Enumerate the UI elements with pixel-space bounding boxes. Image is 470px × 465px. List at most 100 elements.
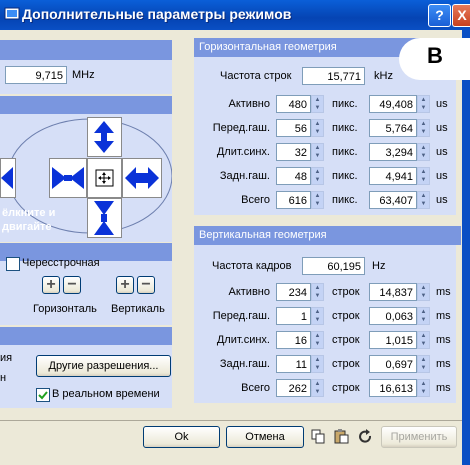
- hgeom-time-spinner[interactable]: ▲ ▼: [417, 191, 430, 209]
- vgeom-time-spinner[interactable]: ▲ ▼: [417, 379, 430, 397]
- vgeom-time-spinner[interactable]: ▲ ▼: [417, 307, 430, 325]
- spin-down-icon[interactable]: ▼: [312, 364, 323, 372]
- vgeom-time-spinner[interactable]: ▲ ▼: [417, 355, 430, 373]
- paste-icon[interactable]: [334, 429, 350, 444]
- spin-down-icon[interactable]: ▼: [312, 388, 323, 396]
- stretch-horizontal-button[interactable]: [122, 158, 162, 198]
- hgeom-time-field[interactable]: 4,941: [369, 167, 417, 185]
- vgeom-count-field[interactable]: 262: [276, 379, 311, 397]
- close-button[interactable]: X: [452, 4, 470, 27]
- spin-up-icon[interactable]: ▲: [312, 120, 323, 128]
- spin-up-icon[interactable]: ▲: [312, 144, 323, 152]
- ok-button[interactable]: Ok: [143, 426, 220, 448]
- spin-up-icon[interactable]: ▲: [312, 332, 323, 340]
- hgeom-time-field[interactable]: 63,407: [369, 191, 417, 209]
- hgeom-count-field[interactable]: 480: [276, 95, 311, 113]
- spin-up-icon[interactable]: ▲: [312, 308, 323, 316]
- spin-down-icon[interactable]: ▼: [312, 128, 323, 136]
- vgeom-count-spinner[interactable]: ▲ ▼: [311, 307, 324, 325]
- vertical-plus-button[interactable]: +: [116, 276, 134, 294]
- help-button[interactable]: ?: [428, 4, 451, 27]
- refresh-icon[interactable]: [358, 429, 373, 444]
- spin-down-icon[interactable]: ▼: [418, 388, 429, 396]
- vgeom-count-field[interactable]: 16: [276, 331, 311, 349]
- vgeom-count-field[interactable]: 11: [276, 355, 311, 373]
- spin-up-icon[interactable]: ▲: [312, 380, 323, 388]
- spin-up-icon[interactable]: ▲: [312, 96, 323, 104]
- spin-up-icon[interactable]: ▲: [418, 120, 429, 128]
- vfreq-field[interactable]: 60,195: [302, 257, 365, 275]
- pixel-clock-field[interactable]: 9,715: [5, 66, 67, 84]
- vgeom-count-spinner[interactable]: ▲ ▼: [311, 355, 324, 373]
- vgeom-time-field[interactable]: 1,015: [369, 331, 417, 349]
- apply-button[interactable]: Применить: [381, 426, 457, 448]
- spin-down-icon[interactable]: ▼: [418, 200, 429, 208]
- center-move-button[interactable]: [87, 158, 122, 198]
- copy-icon[interactable]: [311, 429, 326, 444]
- spin-up-icon[interactable]: ▲: [418, 356, 429, 364]
- spin-up-icon[interactable]: ▲: [312, 168, 323, 176]
- spin-up-icon[interactable]: ▲: [418, 332, 429, 340]
- spin-down-icon[interactable]: ▼: [418, 176, 429, 184]
- hgeom-count-spinner[interactable]: ▲ ▼: [311, 119, 324, 137]
- spin-down-icon[interactable]: ▼: [418, 340, 429, 348]
- vertical-minus-button[interactable]: −: [137, 276, 155, 294]
- move-up-button[interactable]: [87, 117, 122, 157]
- spin-up-icon[interactable]: ▲: [418, 192, 429, 200]
- spin-down-icon[interactable]: ▼: [312, 200, 323, 208]
- spin-down-icon[interactable]: ▼: [418, 152, 429, 160]
- other-resolutions-button[interactable]: Другие разрешения...: [36, 355, 171, 377]
- spin-down-icon[interactable]: ▼: [418, 128, 429, 136]
- horizontal-plus-button[interactable]: +: [42, 276, 60, 294]
- spin-down-icon[interactable]: ▼: [418, 292, 429, 300]
- vgeom-time-spinner[interactable]: ▲ ▼: [417, 283, 430, 301]
- vgeom-count-spinner[interactable]: ▲ ▼: [311, 379, 324, 397]
- vgeom-time-field[interactable]: 16,613: [369, 379, 417, 397]
- hgeom-time-spinner[interactable]: ▲ ▼: [417, 119, 430, 137]
- spin-down-icon[interactable]: ▼: [418, 364, 429, 372]
- vgeom-time-field[interactable]: 14,837: [369, 283, 417, 301]
- hfreq-field[interactable]: 15,771: [302, 67, 365, 85]
- hgeom-time-field[interactable]: 3,294: [369, 143, 417, 161]
- hgeom-count-field[interactable]: 56: [276, 119, 311, 137]
- spin-down-icon[interactable]: ▼: [312, 176, 323, 184]
- vgeom-count-spinner[interactable]: ▲ ▼: [311, 331, 324, 349]
- spin-down-icon[interactable]: ▼: [312, 292, 323, 300]
- spin-up-icon[interactable]: ▲: [418, 144, 429, 152]
- spin-up-icon[interactable]: ▲: [312, 284, 323, 292]
- interlace-checkbox[interactable]: [6, 257, 20, 271]
- hgeom-count-spinner[interactable]: ▲ ▼: [311, 143, 324, 161]
- shrink-horizontal-button[interactable]: [49, 158, 87, 198]
- hgeom-time-field[interactable]: 49,408: [369, 95, 417, 113]
- vgeom-time-field[interactable]: 0,697: [369, 355, 417, 373]
- spin-down-icon[interactable]: ▼: [312, 340, 323, 348]
- spin-down-icon[interactable]: ▼: [418, 316, 429, 324]
- vgeom-count-field[interactable]: 234: [276, 283, 311, 301]
- hgeom-time-spinner[interactable]: ▲ ▼: [417, 167, 430, 185]
- realtime-checkbox[interactable]: [36, 388, 50, 402]
- vgeom-count-spinner[interactable]: ▲ ▼: [311, 283, 324, 301]
- spin-up-icon[interactable]: ▲: [418, 380, 429, 388]
- spin-down-icon[interactable]: ▼: [312, 316, 323, 324]
- left-arrow-button[interactable]: [0, 158, 16, 198]
- spin-up-icon[interactable]: ▲: [312, 192, 323, 200]
- spin-up-icon[interactable]: ▲: [418, 308, 429, 316]
- hgeom-time-spinner[interactable]: ▲ ▼: [417, 95, 430, 113]
- spin-down-icon[interactable]: ▼: [418, 104, 429, 112]
- hgeom-count-field[interactable]: 48: [276, 167, 311, 185]
- vgeom-time-spinner[interactable]: ▲ ▼: [417, 331, 430, 349]
- hgeom-count-spinner[interactable]: ▲ ▼: [311, 167, 324, 185]
- spin-up-icon[interactable]: ▲: [418, 96, 429, 104]
- spin-up-icon[interactable]: ▲: [312, 356, 323, 364]
- hgeom-count-field[interactable]: 616: [276, 191, 311, 209]
- spin-down-icon[interactable]: ▼: [312, 152, 323, 160]
- hgeom-time-spinner[interactable]: ▲ ▼: [417, 143, 430, 161]
- hgeom-count-spinner[interactable]: ▲ ▼: [311, 95, 324, 113]
- vgeom-count-field[interactable]: 1: [276, 307, 311, 325]
- cancel-button[interactable]: Отмена: [226, 426, 304, 448]
- hgeom-count-spinner[interactable]: ▲ ▼: [311, 191, 324, 209]
- shrink-vertical-button[interactable]: [87, 198, 122, 238]
- spin-up-icon[interactable]: ▲: [418, 168, 429, 176]
- hgeom-time-field[interactable]: 5,764: [369, 119, 417, 137]
- spin-down-icon[interactable]: ▼: [312, 104, 323, 112]
